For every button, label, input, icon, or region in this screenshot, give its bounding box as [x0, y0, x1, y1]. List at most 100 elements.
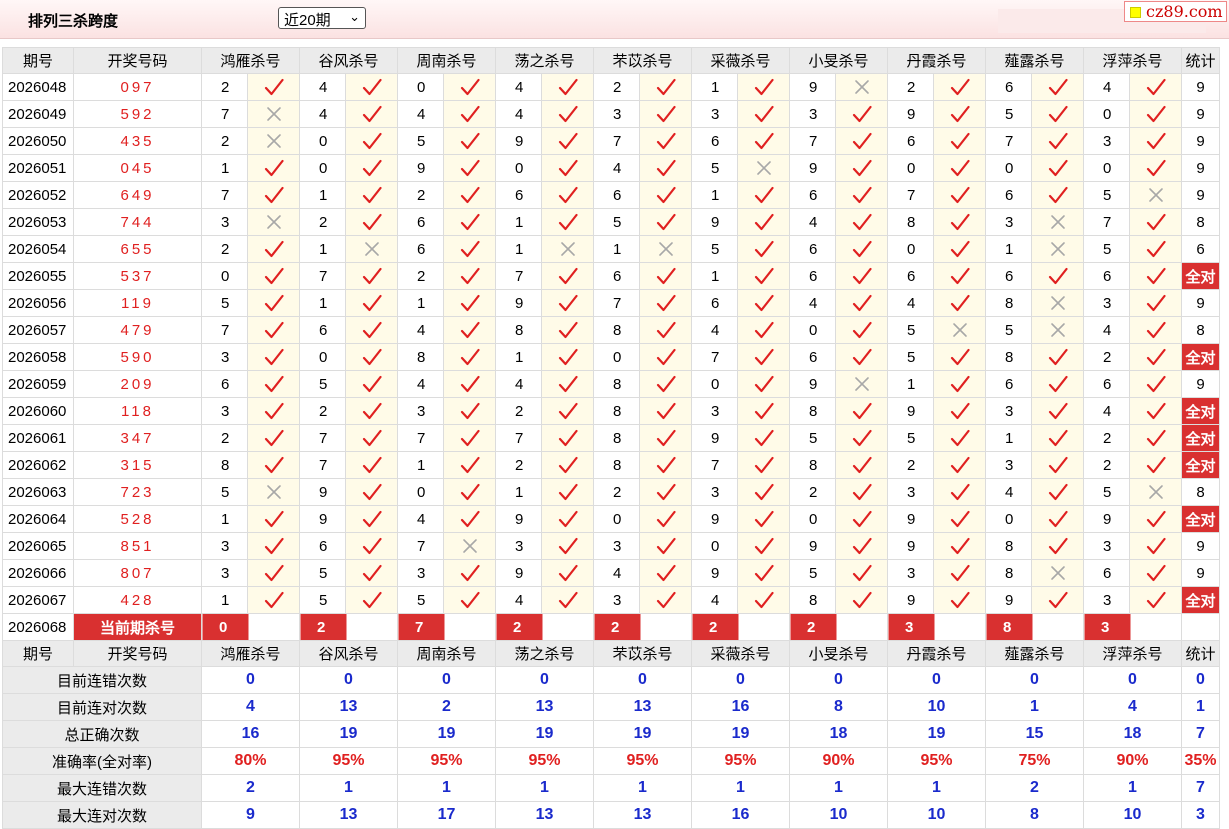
kill-number-cell: 1 — [691, 262, 738, 290]
check-icon — [835, 586, 888, 614]
page-title: 排列三杀跨度 — [28, 13, 119, 30]
all-correct-badge: 全对 — [1181, 397, 1220, 425]
check-icon — [541, 100, 594, 128]
cross-icon — [1129, 478, 1182, 506]
check-icon — [541, 586, 594, 614]
period-cell: 2026060 — [2, 397, 74, 425]
check-icon — [1031, 73, 1084, 101]
check-icon — [541, 181, 594, 209]
kill-number-cell: 5 — [887, 424, 934, 452]
table-row: 2026053 744 3 2 6 1 5 9 4 8 3 7 8 — [2, 208, 1220, 236]
summary-value: 2 — [985, 774, 1084, 802]
kill-number-cell: 9 — [887, 505, 934, 533]
cross-icon — [247, 127, 300, 155]
site-logo[interactable]: cz89.com — [1124, 1, 1227, 22]
check-icon — [737, 478, 790, 506]
kill-number-cell: 7 — [789, 127, 836, 155]
kill-number-cell: 4 — [593, 154, 640, 182]
check-icon — [443, 289, 496, 317]
kill-number-cell: 6 — [789, 235, 836, 263]
stat-cell: 9 — [1181, 154, 1220, 182]
current-kill-number: 2 — [789, 613, 888, 641]
check-icon — [737, 424, 790, 452]
period-range-select[interactable]: 近20期 ⌄ — [278, 7, 366, 29]
column-header: 周南杀号 — [397, 47, 496, 74]
kill-number-cell: 7 — [201, 100, 248, 128]
kill-number-cell: 3 — [691, 478, 738, 506]
draw-number-cell: 851 — [73, 532, 202, 560]
period-cell: 2026066 — [2, 559, 74, 587]
kill-number-cell: 0 — [593, 505, 640, 533]
kill-number-cell: 2 — [397, 181, 444, 209]
check-icon — [835, 154, 888, 182]
kill-number-cell: 3 — [1083, 289, 1130, 317]
all-correct-badge: 全对 — [1181, 451, 1220, 479]
summary-value: 19 — [299, 720, 398, 748]
current-kill-number: 3 — [887, 613, 986, 641]
kill-number-cell: 7 — [397, 532, 444, 560]
stat-cell: 9 — [1181, 370, 1220, 398]
check-icon — [443, 235, 496, 263]
summary-value: 19 — [495, 720, 594, 748]
summary-label: 最大连对次数 — [2, 801, 202, 829]
summary-value: 0 — [985, 666, 1084, 694]
summary-value: 7 — [1181, 720, 1220, 748]
kill-number-cell: 3 — [1083, 532, 1130, 560]
current-kill-number: 0 — [201, 613, 300, 641]
summary-value: 19 — [397, 720, 496, 748]
check-icon — [1031, 370, 1084, 398]
cross-icon — [541, 235, 594, 263]
check-icon — [835, 343, 888, 371]
draw-number-cell: 119 — [73, 289, 202, 317]
check-icon — [933, 154, 986, 182]
summary-label: 最大连错次数 — [2, 774, 202, 802]
current-kill-number: 3 — [1083, 613, 1182, 641]
cross-icon — [247, 208, 300, 236]
summary-row: 准确率(全对率) 80% 95% 95% 95% 95% 95% 90% 95% 75% 90% 35… — [2, 747, 1220, 775]
kill-number-cell: 1 — [201, 154, 248, 182]
kill-number-cell: 8 — [789, 397, 836, 425]
kill-number-cell: 0 — [789, 505, 836, 533]
kill-number-cell: 9 — [1083, 505, 1130, 533]
check-icon — [443, 127, 496, 155]
current-kill-number: 2 — [593, 613, 692, 641]
summary-value: 15 — [985, 720, 1084, 748]
check-icon — [247, 424, 300, 452]
kill-number-cell: 4 — [495, 586, 542, 614]
check-icon — [835, 289, 888, 317]
kill-number-cell: 8 — [593, 316, 640, 344]
column-header: 芣苡杀号 — [593, 640, 692, 667]
check-icon — [737, 343, 790, 371]
check-icon — [639, 127, 692, 155]
check-icon — [933, 397, 986, 425]
summary-value: 0 — [397, 666, 496, 694]
stat-cell: 9 — [1181, 127, 1220, 155]
summary-value: 17 — [397, 801, 496, 829]
draw-number-cell: 347 — [73, 424, 202, 452]
check-icon — [1129, 127, 1182, 155]
check-icon — [443, 451, 496, 479]
summary-value: 10 — [1083, 801, 1182, 829]
summary-value: 13 — [299, 801, 398, 829]
cross-icon — [1031, 316, 1084, 344]
period-cell: 2026056 — [2, 289, 74, 317]
chevron-down-icon: ⌄ — [349, 9, 360, 24]
kill-number-cell: 9 — [887, 532, 934, 560]
check-icon — [933, 451, 986, 479]
draw-number-cell: 723 — [73, 478, 202, 506]
column-header: 丹霞杀号 — [887, 47, 986, 74]
period-cell: 2026049 — [2, 100, 74, 128]
kill-number-cell: 2 — [299, 397, 346, 425]
check-icon — [639, 154, 692, 182]
kill-number-cell: 2 — [593, 478, 640, 506]
kill-number-cell: 7 — [397, 424, 444, 452]
kill-number-cell: 4 — [495, 370, 542, 398]
kill-number-cell: 8 — [593, 370, 640, 398]
summary-value: 95% — [593, 747, 692, 775]
check-icon — [737, 397, 790, 425]
cross-icon — [247, 100, 300, 128]
kill-number-cell: 3 — [593, 586, 640, 614]
check-icon — [835, 208, 888, 236]
check-icon — [247, 451, 300, 479]
kill-number-cell: 2 — [201, 424, 248, 452]
